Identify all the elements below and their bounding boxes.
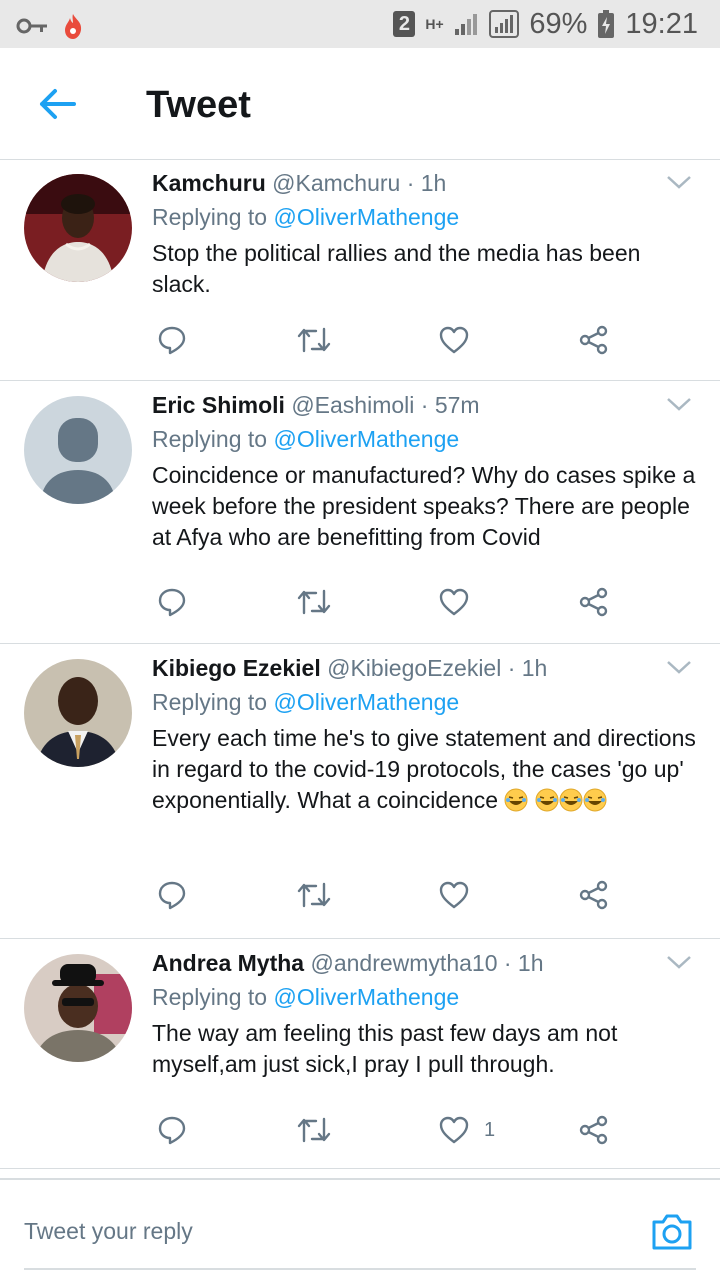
mention-link[interactable]: @OliverMathenge (273, 204, 459, 230)
like-button[interactable] (438, 584, 484, 620)
camera-icon[interactable] (650, 1212, 694, 1252)
mention-link[interactable]: @OliverMathenge (273, 689, 459, 715)
like-button[interactable]: 1 (438, 1112, 495, 1148)
battery-icon (598, 10, 615, 38)
heart-icon (439, 588, 469, 616)
retweet-icon (297, 589, 331, 615)
avatar[interactable] (24, 659, 132, 767)
share-icon (579, 880, 608, 910)
battery-percent: 69% (529, 7, 588, 40)
retweet-icon (297, 882, 331, 908)
avatar[interactable] (24, 174, 132, 282)
heart-icon (439, 881, 469, 909)
timestamp: · 1h (507, 655, 548, 681)
reply-button[interactable] (156, 322, 188, 358)
reply-button[interactable] (156, 584, 188, 620)
replying-to: Replying to @OliverMathenge (152, 689, 459, 716)
header: Tweet (0, 48, 720, 160)
share-icon (579, 1115, 608, 1145)
chevron-down-icon[interactable] (666, 396, 692, 412)
replying-to: Replying to @OliverMathenge (152, 204, 459, 231)
share-button[interactable] (578, 322, 610, 358)
tweet-actions (152, 877, 632, 917)
reply-icon (158, 588, 186, 617)
network-type: H+ (425, 16, 444, 32)
tweet-actions: 1 (152, 1112, 632, 1152)
retweet-icon (297, 327, 331, 353)
replying-to-label: Replying to (152, 426, 268, 452)
tweet-item[interactable]: Andrea Mytha @andrewmytha10 · 1h Replyin… (0, 940, 720, 1169)
replying-to-label: Replying to (152, 689, 268, 715)
divider (24, 1268, 696, 1270)
user-handle[interactable]: @andrewmytha10 (310, 950, 497, 976)
retweet-button[interactable] (296, 322, 332, 358)
chevron-down-icon[interactable] (666, 954, 692, 970)
user-handle[interactable]: @Kamchuru (272, 170, 400, 196)
mention-link[interactable]: @OliverMathenge (273, 984, 459, 1010)
replying-to: Replying to @OliverMathenge (152, 426, 459, 453)
share-button[interactable] (578, 1112, 610, 1148)
timestamp: · 1h (406, 170, 447, 196)
retweet-button[interactable] (296, 1112, 332, 1148)
avatar[interactable] (24, 954, 132, 1062)
tweet-text: Stop the political rallies and the media… (152, 240, 641, 297)
reply-input[interactable]: Tweet your reply (24, 1218, 193, 1245)
chevron-down-icon[interactable] (666, 174, 692, 190)
heart-icon (439, 1116, 469, 1144)
tweet-item[interactable]: Kamchuru @Kamchuru · 1h Replying to @Oli… (0, 160, 720, 381)
sim-badge: 2 (393, 11, 416, 37)
timestamp: · 57m (420, 392, 480, 418)
laughing-emoji-icon (583, 788, 607, 812)
replying-to-label: Replying to (152, 984, 268, 1010)
share-button[interactable] (578, 877, 610, 913)
tweet-text: The way am feeling this past few days am… (152, 1020, 618, 1077)
retweet-button[interactable] (296, 584, 332, 620)
tweet-actions (152, 322, 632, 362)
replying-to: Replying to @OliverMathenge (152, 984, 459, 1011)
status-bar: 2 H+ 69% 19:21 (0, 0, 720, 48)
display-name[interactable]: Eric Shimoli (152, 392, 285, 418)
user-handle[interactable]: @Eashimoli (291, 392, 414, 418)
share-icon (579, 587, 608, 617)
retweet-button[interactable] (296, 877, 332, 913)
retweet-icon (297, 1117, 331, 1143)
reply-icon (158, 881, 186, 910)
reply-composer: Tweet your reply (0, 1178, 720, 1282)
tweet-item[interactable]: Kibiego Ezekiel @KibiegoEzekiel · 1h Rep… (0, 645, 720, 939)
share-icon (579, 325, 608, 355)
back-arrow-icon[interactable] (38, 88, 78, 120)
chevron-down-icon[interactable] (666, 659, 692, 675)
tweet-text: Coincidence or manufactured? Why do case… (152, 462, 696, 550)
mention-link[interactable]: @OliverMathenge (273, 426, 459, 452)
share-button[interactable] (578, 584, 610, 620)
reply-button[interactable] (156, 877, 188, 913)
display-name[interactable]: Kibiego Ezekiel (152, 655, 321, 681)
tweet-item[interactable]: Eric Shimoli @Eashimoli · 57m Replying t… (0, 382, 720, 644)
timestamp: · 1h (503, 950, 544, 976)
tweet-actions (152, 584, 632, 624)
display-name[interactable]: Andrea Mytha (152, 950, 304, 976)
clock: 19:21 (625, 7, 698, 40)
flame-icon (65, 14, 82, 39)
tweet-text: Every each time he's to give statement a… (152, 725, 696, 813)
signal-icon (455, 14, 478, 35)
laughing-emoji-icon (559, 788, 583, 812)
laughing-emoji-icon (535, 788, 559, 812)
key-icon (16, 18, 47, 34)
like-button[interactable] (438, 877, 484, 913)
reply-icon (158, 326, 186, 355)
user-handle[interactable]: @KibiegoEzekiel (327, 655, 501, 681)
page-title: Tweet (146, 84, 251, 126)
avatar[interactable] (24, 396, 132, 504)
heart-icon (439, 326, 469, 354)
signal-box-icon (489, 10, 520, 38)
laughing-emoji-icon (504, 788, 528, 812)
tweet-text-block: Every each time he's to give statement a… (152, 723, 697, 816)
reply-icon (158, 1116, 186, 1145)
like-count: 1 (484, 1118, 496, 1141)
replying-to-label: Replying to (152, 204, 268, 230)
display-name[interactable]: Kamchuru (152, 170, 266, 196)
reply-button[interactable] (156, 1112, 188, 1148)
like-button[interactable] (438, 322, 484, 358)
